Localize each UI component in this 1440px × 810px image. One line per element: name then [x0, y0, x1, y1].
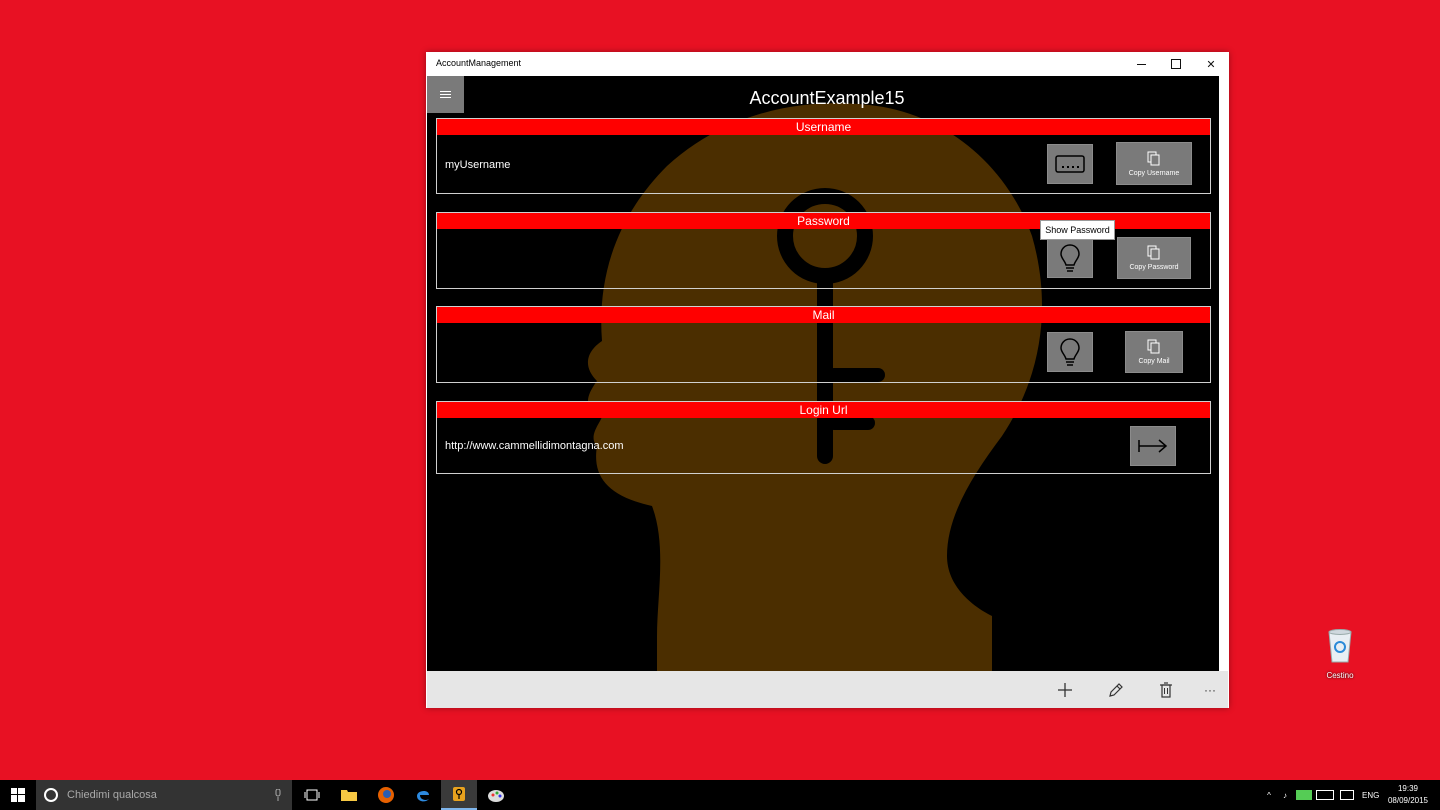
pencil-icon: [1109, 683, 1123, 697]
app-window: AccountManagement ✕ AccountExample15 Use…: [426, 52, 1229, 708]
recycle-bin-label: Cestino: [1326, 671, 1354, 680]
login-url-value: http://www.cammellidimontagna.com: [445, 440, 624, 452]
clock-date: 08/09/2015: [1387, 796, 1429, 805]
page-title: AccountExample15: [749, 88, 905, 108]
folder-icon: [341, 790, 357, 801]
close-button[interactable]: ✕: [1194, 52, 1228, 76]
chevron-up-icon[interactable]: ^: [1262, 791, 1276, 800]
clock-time: 19:39: [1397, 784, 1419, 793]
task-view-button[interactable]: [294, 780, 330, 810]
security-icon[interactable]: [1296, 790, 1312, 800]
volume-icon[interactable]: ♪: [1276, 791, 1294, 800]
arrow-right-icon: [1138, 439, 1168, 453]
copy-mail-button[interactable]: Copy Mail: [1125, 331, 1183, 373]
copy-icon: [1147, 151, 1160, 165]
copy-icon: [1147, 339, 1160, 354]
cortana-icon: [44, 788, 58, 802]
minimize-button[interactable]: [1124, 52, 1158, 76]
palette-icon: [488, 790, 504, 802]
account-management-taskbar-button[interactable]: [441, 780, 477, 810]
mail-section: Mail Copy Mail: [436, 306, 1211, 383]
microphone-icon[interactable]: [274, 789, 282, 801]
show-username-button[interactable]: [1047, 144, 1093, 184]
copy-password-button[interactable]: Copy Password: [1117, 237, 1191, 279]
title-bar[interactable]: AccountManagement ✕: [426, 52, 1229, 76]
firefox-icon: [378, 787, 394, 803]
login-url-section: Login Url http://www.cammellidimontagna.…: [436, 401, 1211, 474]
delete-button[interactable]: [1155, 679, 1177, 701]
app-key-icon: [453, 787, 465, 801]
edge-button[interactable]: [405, 780, 441, 810]
copy-password-label: Copy Password: [1129, 264, 1179, 271]
more-button[interactable]: ···: [1199, 679, 1221, 701]
clock[interactable]: 19:39 08/09/2015: [1378, 783, 1438, 807]
chat-icon[interactable]: [1340, 790, 1354, 800]
windows-logo-icon: [11, 788, 25, 802]
network-icon[interactable]: [1316, 790, 1334, 800]
edit-button[interactable]: [1105, 679, 1127, 701]
recycle-bin[interactable]: Cestino: [1318, 628, 1362, 680]
taskbar: Chiedimi qualcosa ^ ♪ ENG 19:39 08/09/20…: [0, 780, 1440, 810]
show-mail-button[interactable]: [1047, 332, 1093, 372]
username-header: Username: [437, 119, 1210, 135]
vertical-scrollbar[interactable]: [1219, 76, 1228, 671]
maximize-button[interactable]: [1159, 52, 1193, 76]
copy-username-label: Copy Username: [1128, 169, 1180, 177]
open-url-button[interactable]: [1130, 426, 1176, 466]
edge-icon: [417, 790, 429, 802]
window-title: AccountManagement: [436, 58, 522, 68]
file-explorer-button[interactable]: [331, 780, 367, 810]
recycle-bin-icon: [1328, 629, 1352, 663]
paint-button[interactable]: [478, 780, 514, 810]
lightbulb-icon: [1060, 244, 1080, 272]
cortana-search-box[interactable]: Chiedimi qualcosa: [36, 780, 292, 810]
copy-icon: [1147, 245, 1160, 260]
username-section: Username myUsername Copy Username: [436, 118, 1211, 194]
username-value: myUsername: [445, 159, 511, 171]
lightbulb-icon: [1060, 338, 1080, 366]
login-url-header: Login Url: [437, 402, 1210, 418]
keyboard-icon: [1055, 155, 1085, 173]
system-tray: ^ ♪ ENG: [1262, 780, 1379, 810]
firefox-button[interactable]: [368, 780, 404, 810]
language-indicator[interactable]: ENG: [1362, 791, 1379, 800]
trash-icon: [1160, 682, 1172, 698]
task-view-icon: [304, 789, 320, 801]
search-placeholder: Chiedimi qualcosa: [67, 789, 157, 801]
show-password-button[interactable]: [1047, 238, 1093, 278]
add-button[interactable]: [1054, 679, 1076, 701]
copy-username-button[interactable]: Copy Username: [1116, 142, 1192, 185]
copy-mail-label: Copy Mail: [1138, 358, 1170, 365]
main-content: AccountExample15 Username myUsername Cop…: [427, 76, 1219, 671]
plus-icon: [1058, 683, 1072, 697]
show-password-tooltip: Show Password: [1040, 220, 1115, 240]
start-button[interactable]: [0, 780, 36, 810]
command-bar: ···: [427, 671, 1228, 708]
mail-header: Mail: [437, 307, 1210, 323]
